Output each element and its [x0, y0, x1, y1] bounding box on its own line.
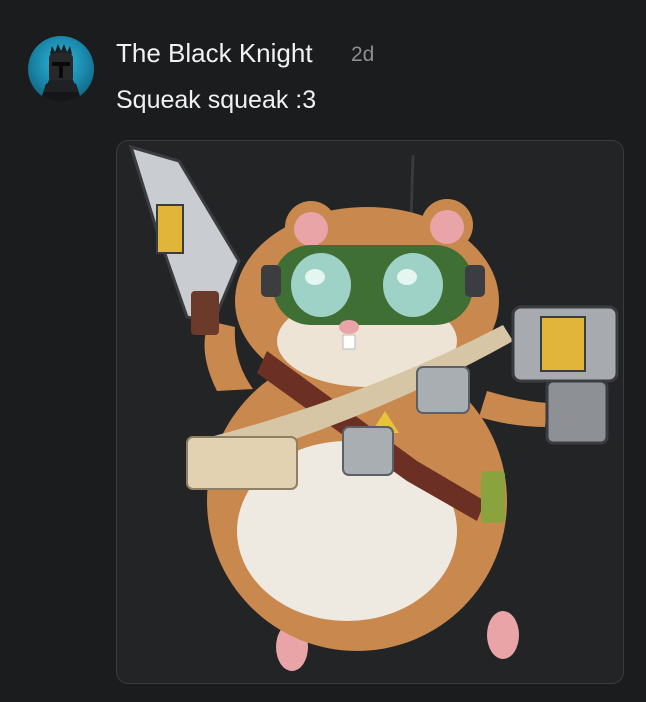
user-avatar[interactable]: [28, 36, 94, 102]
image-attachment[interactable]: [116, 140, 624, 684]
author-name[interactable]: The Black Knight: [116, 38, 313, 69]
knight-helmet-icon: [40, 44, 82, 102]
hamster-illustration: [128, 144, 619, 671]
message-text: Squeak squeak :3: [116, 86, 317, 114]
post-timestamp: 2d: [351, 43, 375, 66]
